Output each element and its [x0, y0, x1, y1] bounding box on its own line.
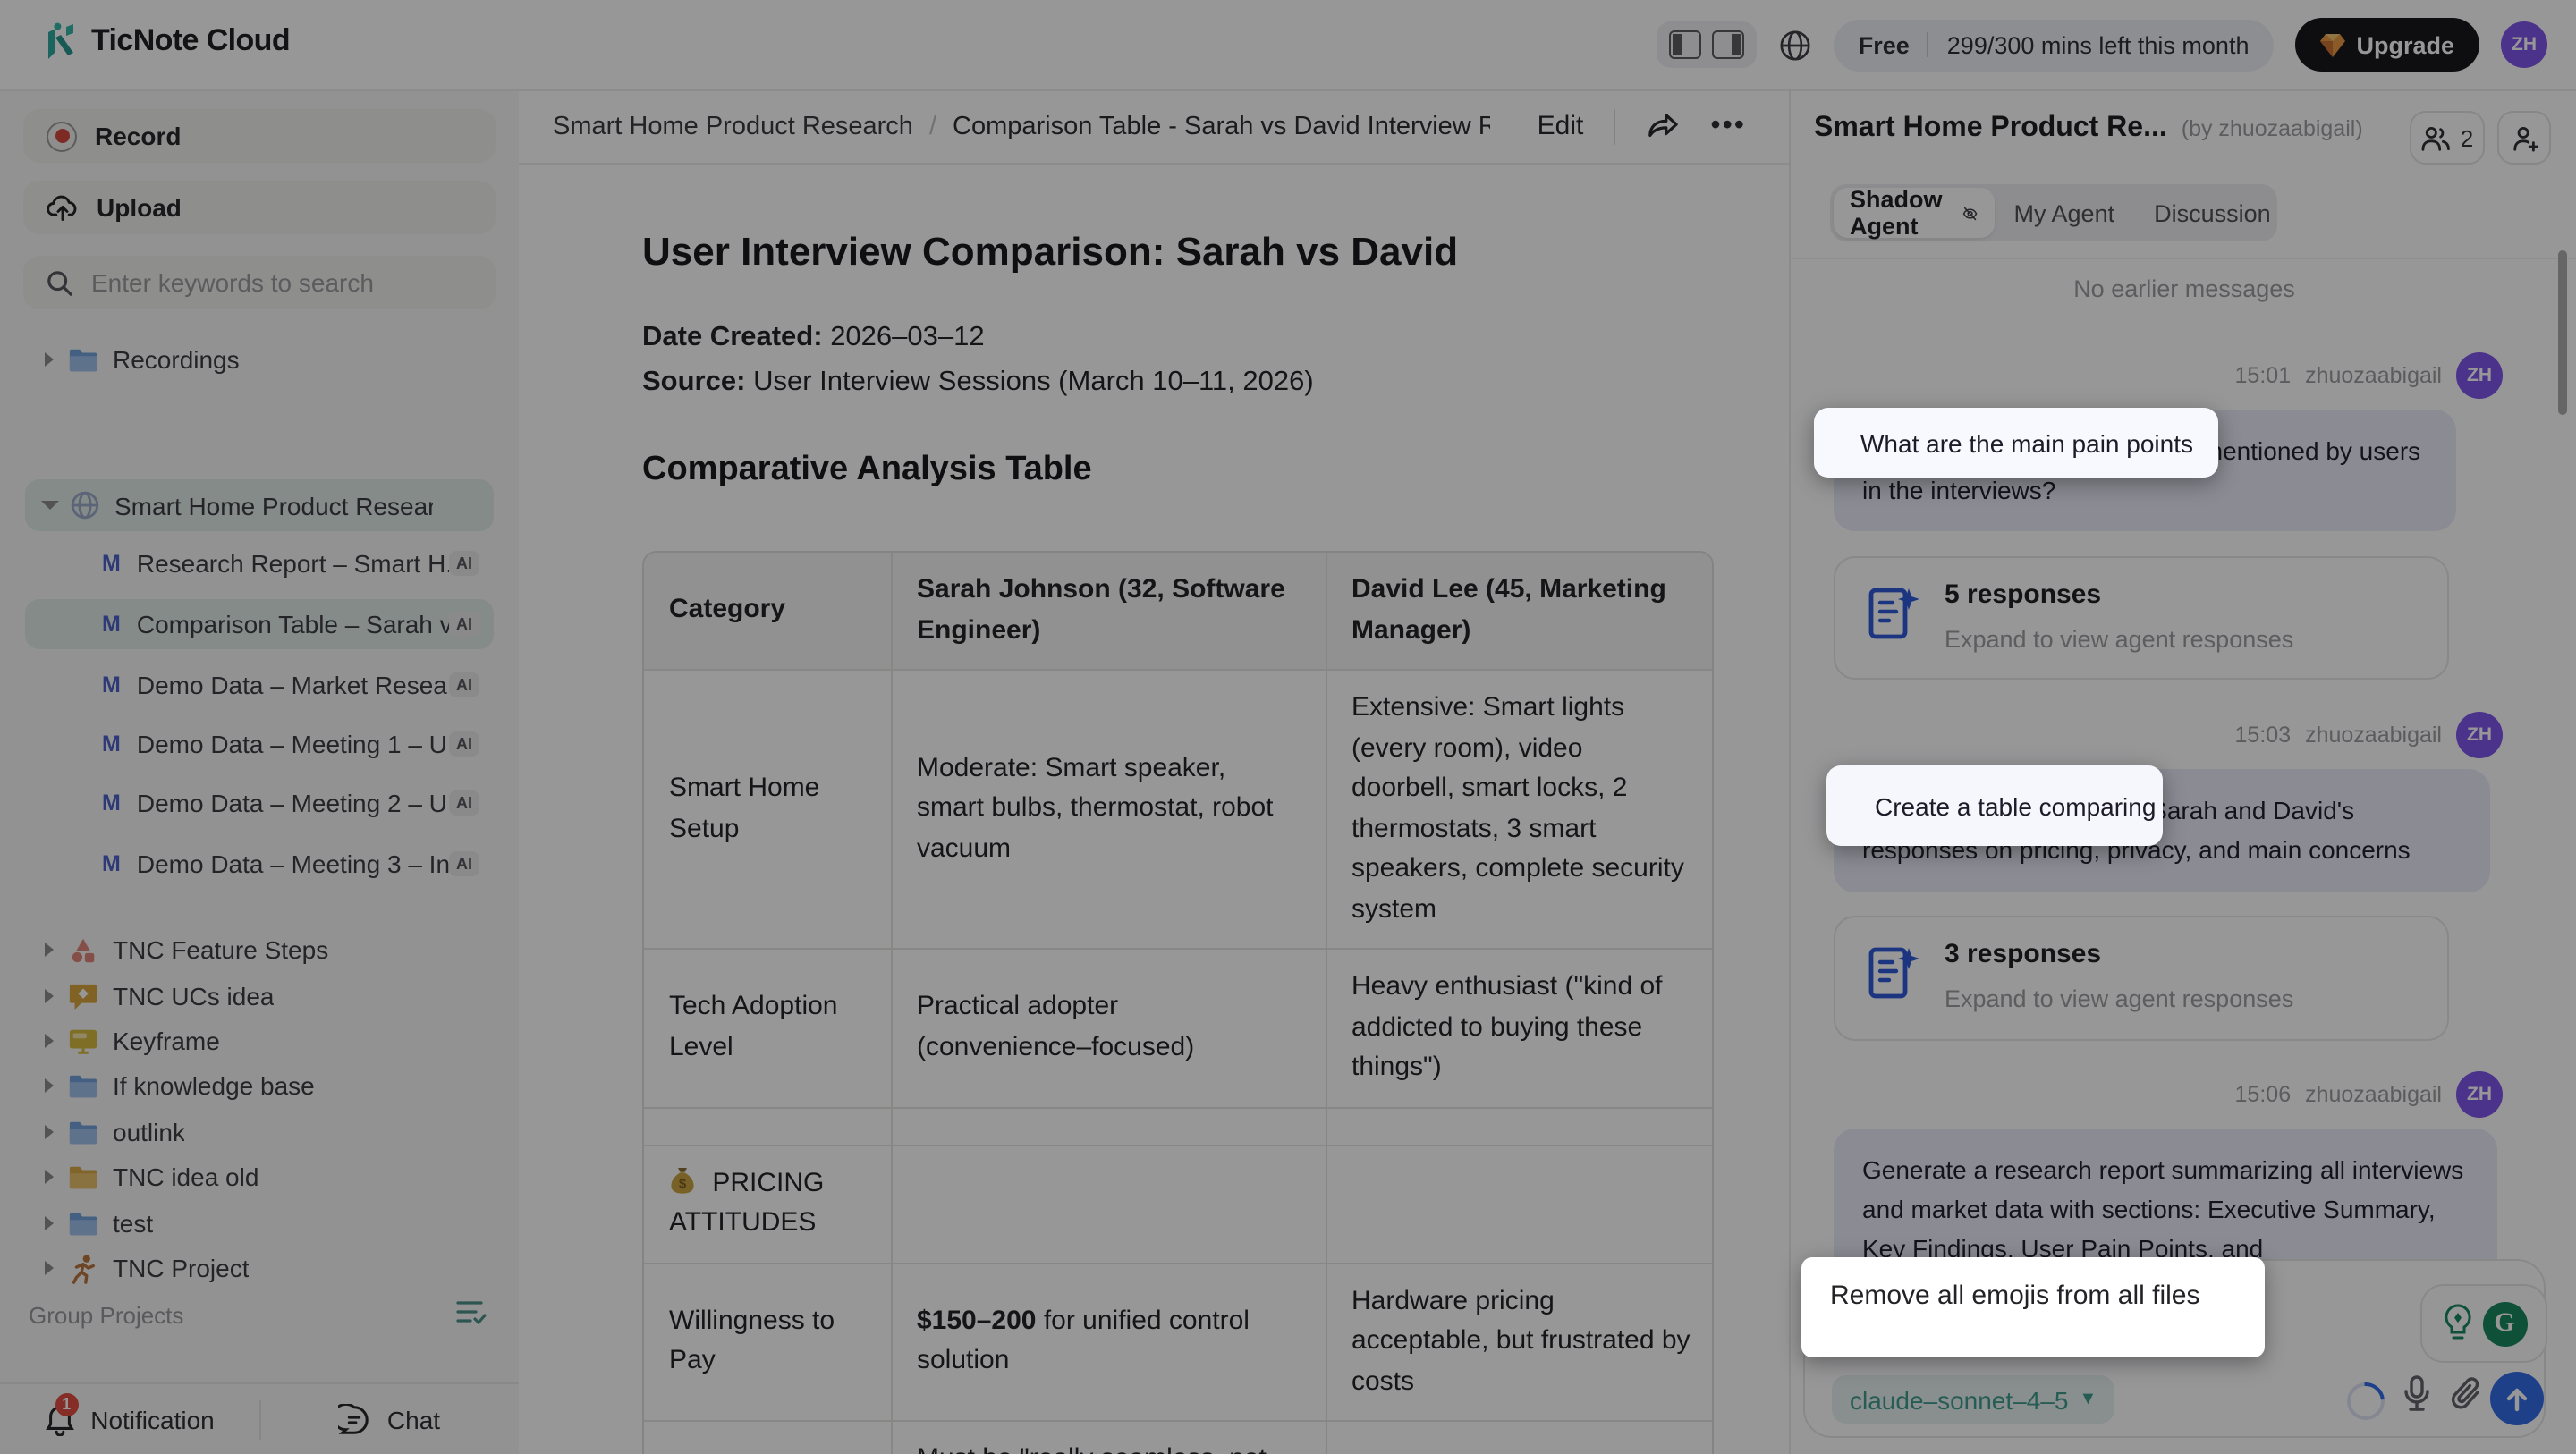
dim-overlay: [0, 0, 2576, 1454]
highlighted-text: Create a table comparing: [1875, 791, 2156, 820]
highlight-box-pain-points: What are the main pain points: [1814, 408, 2218, 478]
highlighted-text: What are the main pain points: [1860, 428, 2193, 457]
highlight-box-draft-input[interactable]: Remove all emojis from all files: [1801, 1257, 2265, 1357]
draft-input-text: Remove all emojis from all files: [1830, 1281, 2199, 1311]
highlight-box-create-table: Create a table comparing: [1826, 765, 2163, 846]
